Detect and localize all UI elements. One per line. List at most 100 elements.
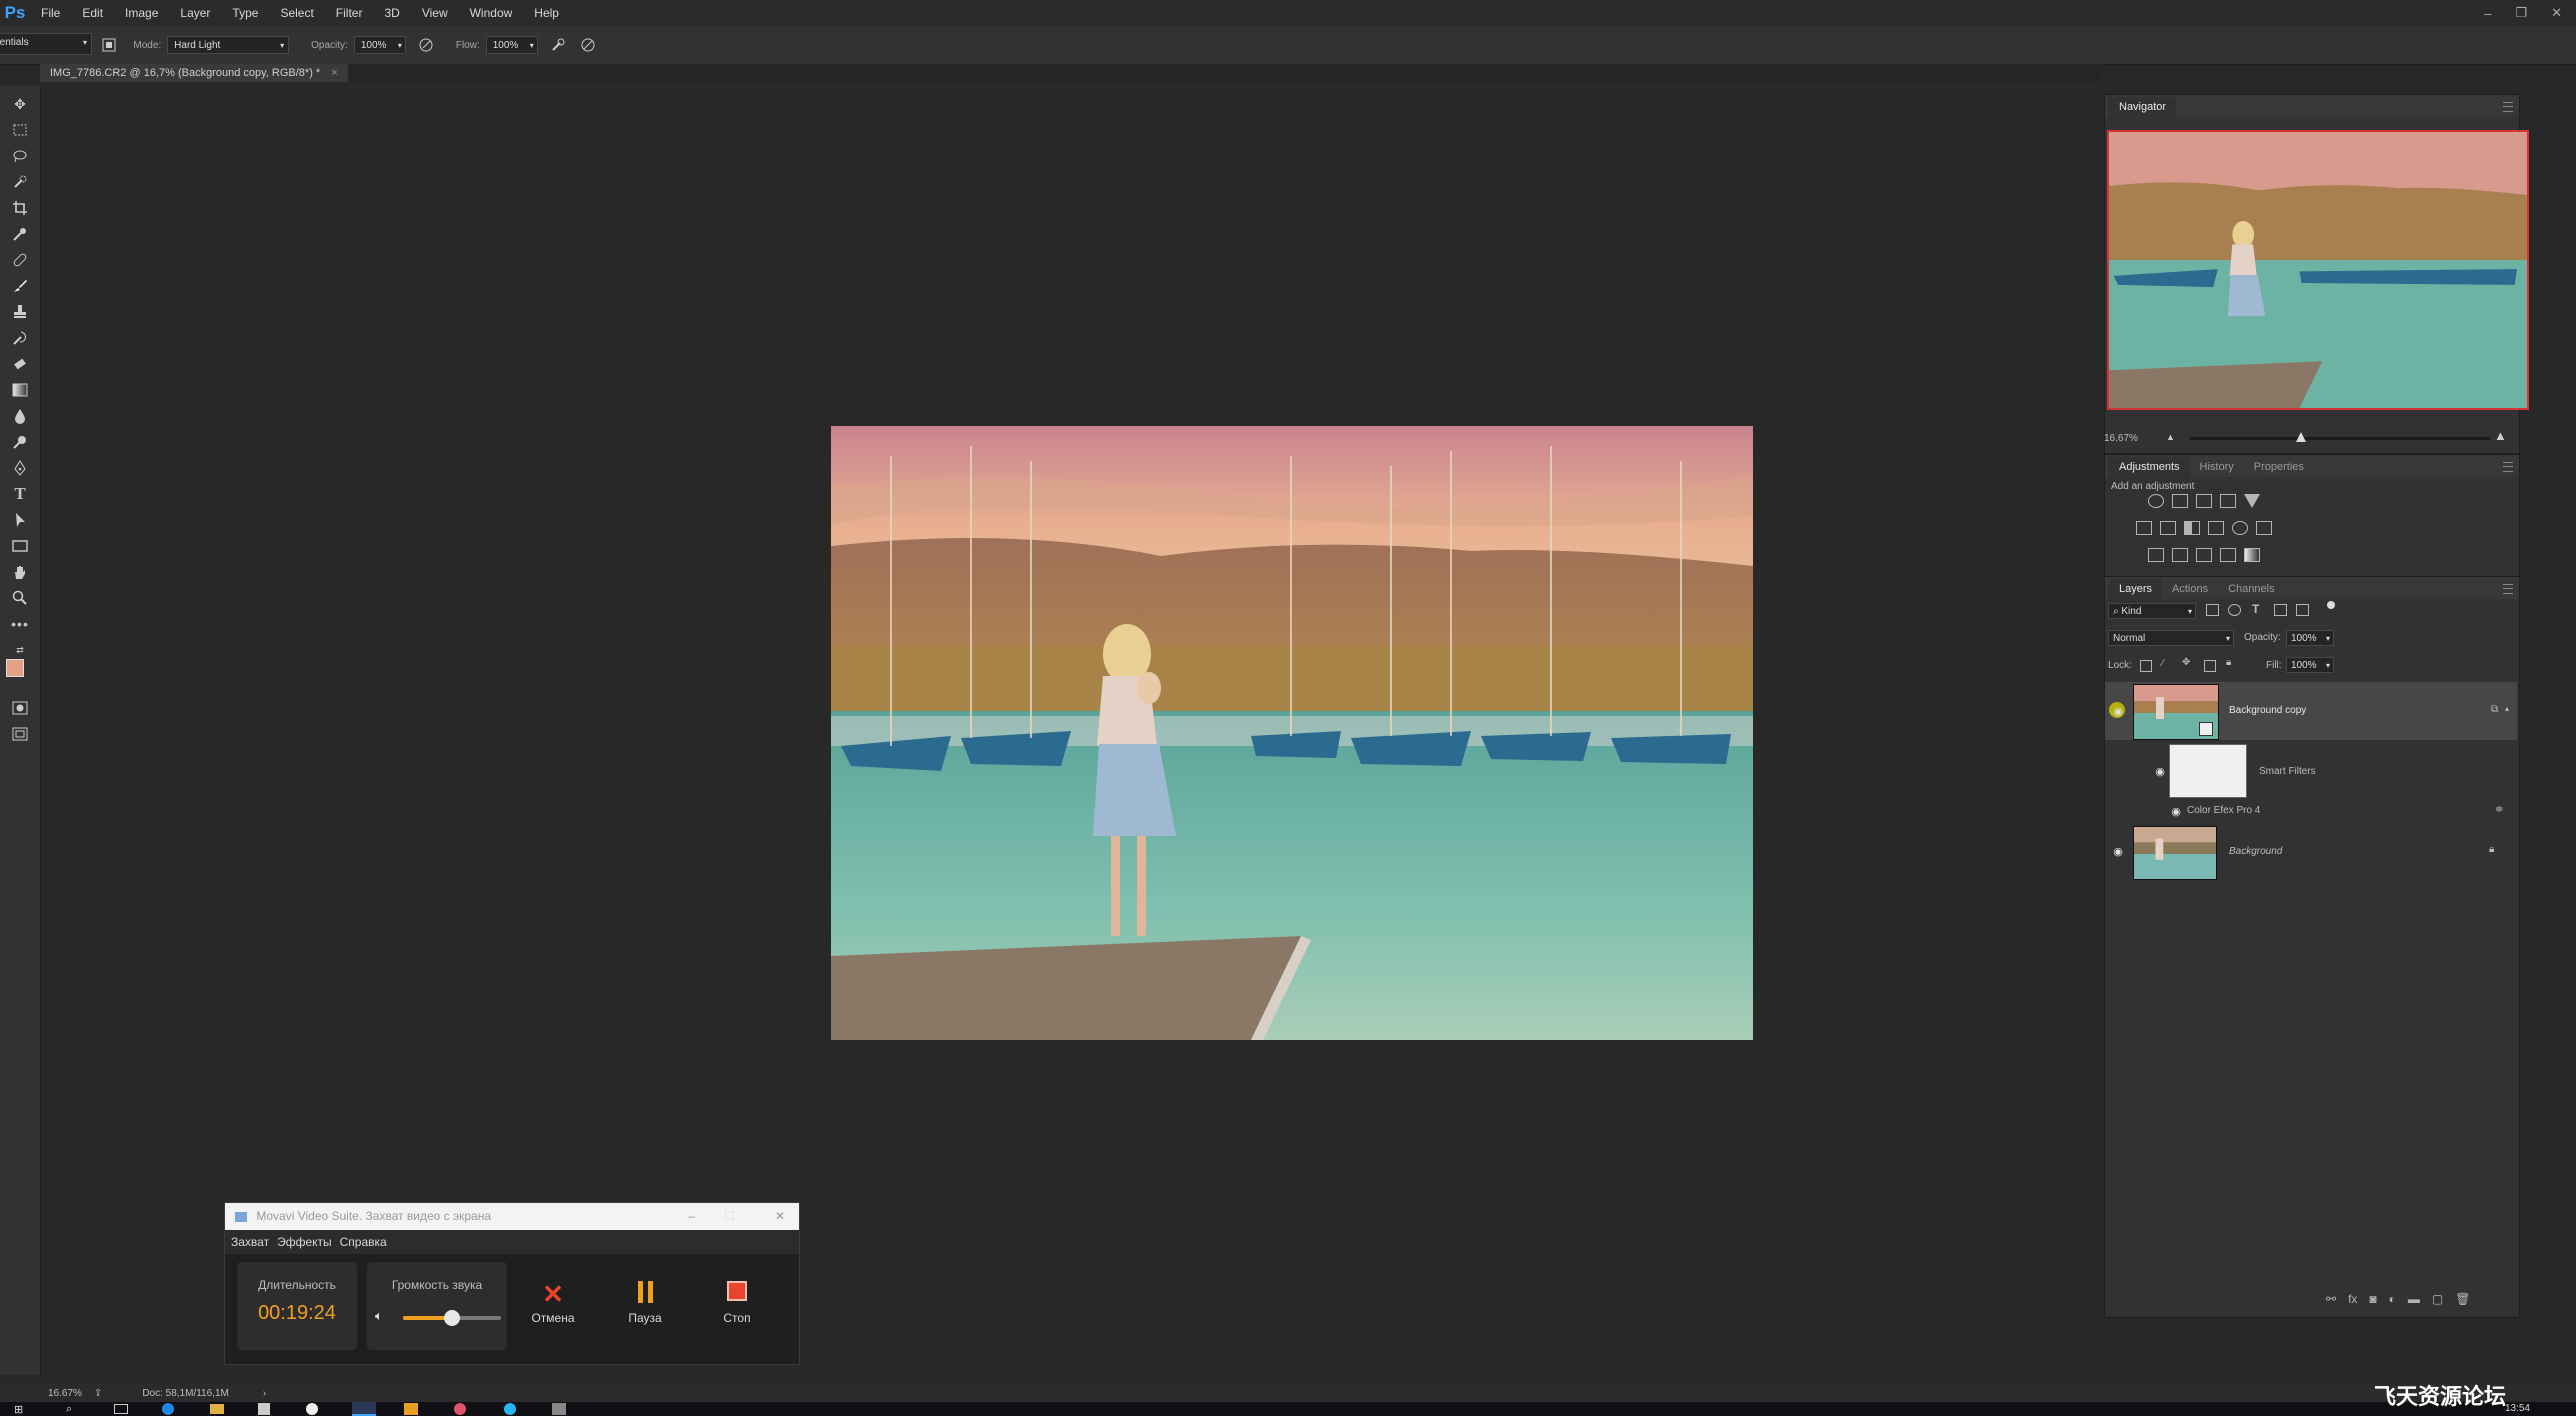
brush-tool-icon[interactable] <box>8 275 32 297</box>
flow-field[interactable]: 100% ▾ <box>485 36 538 54</box>
pen-tool-icon[interactable] <box>8 457 32 479</box>
new-group-icon[interactable]: ▬ <box>2408 1292 2420 1306</box>
clone-stamp-tool-icon[interactable] <box>8 301 32 323</box>
menu-view[interactable]: View <box>411 0 459 26</box>
layer-filter-kind-select[interactable]: ⌕ Kind ▾ <box>2108 603 2196 619</box>
close-icon[interactable]: ✕ <box>775 1203 785 1230</box>
menu-help[interactable]: Help <box>523 0 570 26</box>
eye-icon[interactable]: ◉ <box>2169 806 2183 818</box>
cancel-button[interactable]: ✕ Отмена <box>523 1281 583 1325</box>
photoshop-taskbar-icon[interactable] <box>352 1402 376 1416</box>
zoom-tool-icon[interactable] <box>8 587 32 609</box>
color-lookup-icon[interactable] <box>2256 521 2272 535</box>
layer-name[interactable]: Background <box>2229 846 2282 857</box>
filter-shape-icon[interactable] <box>2274 604 2287 616</box>
color-balance-icon[interactable] <box>2160 521 2176 535</box>
screen-mode-icon[interactable] <box>8 723 32 745</box>
zoom-in-icon[interactable]: ▲ <box>2494 428 2507 443</box>
filter-pixel-icon[interactable] <box>2206 604 2219 616</box>
restore-icon[interactable]: ❐ <box>2515 5 2527 21</box>
vibrance-icon[interactable] <box>2244 494 2260 508</box>
workspace-select[interactable]: Essentials ▾ <box>0 33 92 55</box>
movavi-menu-effects[interactable]: Эффекты <box>277 1235 332 1249</box>
zoom-out-icon[interactable]: ▲ <box>2166 432 2175 442</box>
menu-window[interactable]: Window <box>459 0 524 26</box>
menu-select[interactable]: Select <box>269 0 324 26</box>
eraser-tool-icon[interactable] <box>8 353 32 375</box>
add-mask-icon[interactable]: ◙ <box>2369 1292 2376 1306</box>
file-explorer-icon[interactable] <box>210 1404 224 1414</box>
mode-select[interactable]: Hard Light ▾ <box>167 36 290 54</box>
curves-icon[interactable] <box>2196 494 2212 508</box>
close-tab-icon[interactable]: × <box>331 67 337 79</box>
menu-3d[interactable]: 3D <box>373 0 410 26</box>
link-layers-icon[interactable]: ⚯ <box>2326 1292 2336 1306</box>
menu-file[interactable]: File <box>30 0 71 26</box>
quick-mask-icon[interactable] <box>8 697 32 719</box>
status-zoom[interactable]: 16.67% <box>48 1388 82 1399</box>
healing-brush-tool-icon[interactable] <box>8 249 32 271</box>
hue-saturation-icon[interactable] <box>2136 521 2152 535</box>
tab-navigator[interactable]: Navigator <box>2109 97 2177 117</box>
new-adjustment-layer-icon[interactable]: ◐ <box>2389 1292 2396 1306</box>
lock-artboard-icon[interactable] <box>2204 660 2216 672</box>
panel-menu-icon[interactable] <box>2503 584 2513 594</box>
move-tool-icon[interactable]: ✥ <box>8 93 32 115</box>
filter-toggle-icon[interactable] <box>2327 601 2335 609</box>
layer-row-background-copy[interactable]: ◉ Background copy ⧉ ▴ <box>2105 682 2517 740</box>
skype-taskbar-icon[interactable] <box>504 1403 516 1415</box>
movavi-menu-capture[interactable]: Захват <box>231 1235 269 1249</box>
fill-field[interactable]: 100% ▾ <box>2286 657 2334 673</box>
menu-filter[interactable]: Filter <box>325 0 374 26</box>
tab-layers[interactable]: Layers <box>2109 579 2163 599</box>
menu-image[interactable]: Image <box>114 0 169 26</box>
eye-icon[interactable]: ◉ <box>2153 766 2167 778</box>
smart-filter-mask-thumbnail[interactable] <box>2169 744 2247 798</box>
eye-icon[interactable]: ◉ <box>2111 846 2125 858</box>
opacity-field[interactable]: 100% ▾ <box>353 36 406 54</box>
layer-style-icon[interactable]: fx <box>2348 1292 2357 1306</box>
layer-row-background[interactable]: ◉ Background 🔒︎ <box>2105 824 2517 880</box>
lock-image-icon[interactable]: ⁄ <box>2162 658 2164 669</box>
pause-button[interactable]: Пауза <box>615 1281 675 1325</box>
lock-all-icon[interactable]: 🔒︎ <box>2226 657 2231 668</box>
lasso-tool-icon[interactable] <box>8 145 32 167</box>
navigator-preview[interactable] <box>2107 130 2529 410</box>
eye-icon[interactable]: ◉ <box>2111 706 2125 718</box>
stop-button[interactable]: Стоп <box>707 1281 767 1325</box>
invert-icon[interactable] <box>2148 548 2164 562</box>
tab-channels[interactable]: Channels <box>2218 579 2284 599</box>
crop-tool-icon[interactable] <box>8 197 32 219</box>
menu-edit[interactable]: Edit <box>71 0 114 26</box>
start-icon[interactable]: ⊞ <box>14 1403 23 1416</box>
marquee-tool-icon[interactable] <box>8 119 32 141</box>
close-icon[interactable]: ✕ <box>2551 5 2562 21</box>
tab-adjustments[interactable]: Adjustments <box>2109 457 2190 477</box>
volume-slider-knob[interactable] <box>444 1310 460 1326</box>
posterize-icon[interactable] <box>2172 548 2188 562</box>
navigator-zoom-slider[interactable] <box>2190 437 2490 440</box>
app-taskbar-icon[interactable] <box>454 1403 466 1415</box>
blend-mode-select[interactable]: Normal ▾ <box>2108 630 2234 646</box>
task-view-icon[interactable] <box>114 1404 128 1414</box>
minimize-icon[interactable]: – <box>688 1203 695 1230</box>
collapse-chevron-icon[interactable]: ▴ <box>2505 704 2509 713</box>
chrome-icon[interactable] <box>306 1403 318 1415</box>
new-layer-icon[interactable]: ▢ <box>2432 1292 2443 1306</box>
panel-menu-icon[interactable] <box>2503 102 2513 112</box>
brush-panel-toggle-icon[interactable] <box>99 35 119 55</box>
channel-mixer-icon[interactable] <box>2232 521 2248 535</box>
minimize-icon[interactable]: – <box>2484 6 2491 21</box>
layer-row-color-efex[interactable]: ◉ Color Efex Pro 4 ≑ <box>2105 802 2517 820</box>
filter-type-icon[interactable]: T <box>2252 602 2259 616</box>
store-icon[interactable] <box>258 1403 270 1415</box>
menu-layer[interactable]: Layer <box>169 0 221 26</box>
selective-color-icon[interactable] <box>2220 548 2236 562</box>
tab-actions[interactable]: Actions <box>2162 579 2218 599</box>
more-tools-icon[interactable]: ••• <box>8 613 32 635</box>
swap-colors-icon[interactable]: ⇄ <box>8 639 32 661</box>
maximize-icon[interactable]: ☐ <box>724 1203 735 1230</box>
layer-opacity-field[interactable]: 100% ▾ <box>2286 630 2334 646</box>
lock-transparent-icon[interactable] <box>2140 660 2152 672</box>
menu-type[interactable]: Type <box>221 0 269 26</box>
